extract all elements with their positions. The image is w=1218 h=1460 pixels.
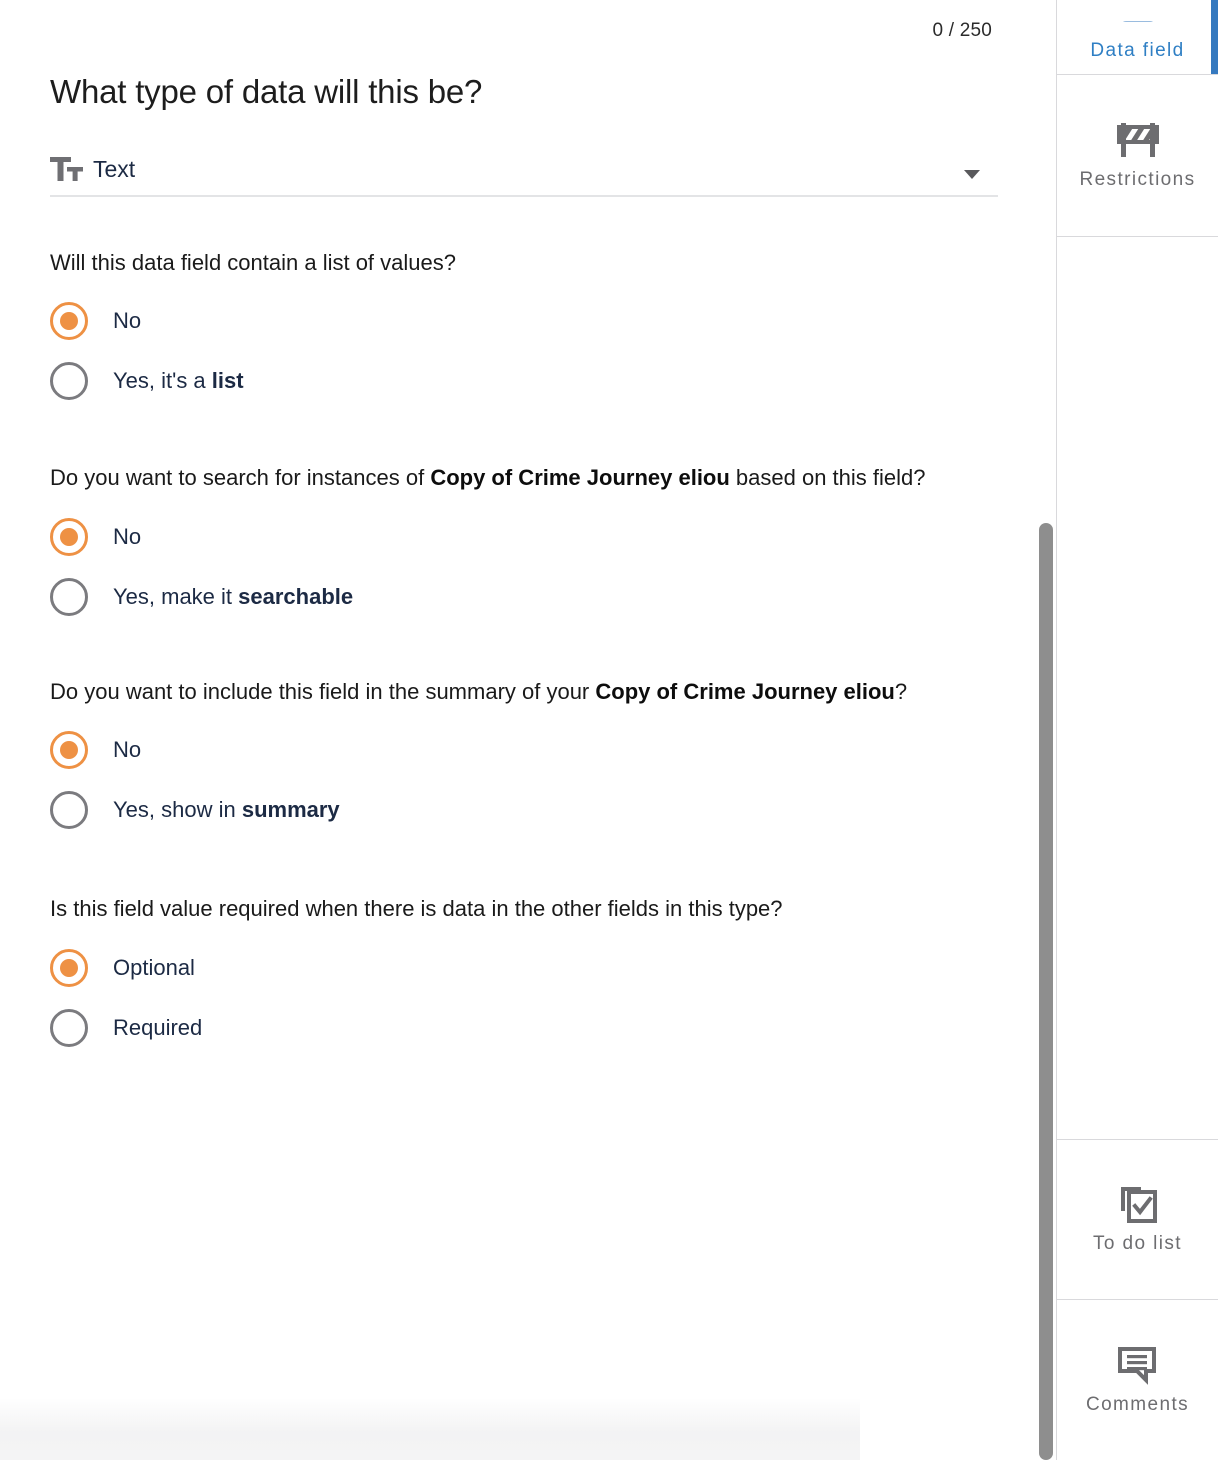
sidebar-spacer (1057, 237, 1218, 1140)
barricade-icon (1115, 120, 1161, 160)
radio-option-summary-1[interactable]: Yes, show in summary (50, 791, 340, 830)
radio-label-list-of-values-1: Yes, it's a list (113, 368, 244, 394)
checklist-copy-icon (1116, 1184, 1160, 1224)
data-type-select[interactable]: Text (50, 156, 998, 197)
sidebar-label-comments: Comments (1085, 1393, 1190, 1415)
radio-unselected-icon[interactable] (50, 577, 88, 616)
question-block-list-of-values: Will this data field contain a list of v… (50, 245, 996, 401)
character-counter: 0 / 250 (932, 20, 992, 41)
comment-bubble-icon (1116, 1345, 1160, 1385)
question-text-list-of-values: Will this data field contain a list of v… (50, 249, 456, 275)
radio-selected-icon[interactable] (50, 731, 88, 770)
radio-label-searchable-0: No (113, 523, 142, 549)
data-field-icon (1116, 21, 1160, 37)
radio-option-searchable-0[interactable]: No (50, 517, 142, 556)
question-block-summary: Do you want to include this field in the… (50, 674, 996, 830)
form-content: What type of data will this be? Text Wil… (0, 0, 1056, 1048)
right-sidebar: Data field Restrictions To do list Comme… (1056, 0, 1218, 1460)
radio-option-required-1[interactable]: Required (50, 1009, 203, 1048)
radio-unselected-icon[interactable] (50, 791, 88, 830)
data-field-editor-screen: 0 / 250 What type of data will this be? (0, 0, 1218, 1460)
sidebar-label-restrictions: Restrictions (1079, 169, 1196, 191)
radio-selected-icon[interactable] (50, 517, 88, 556)
radio-label-searchable-1: Yes, make it searchable (113, 583, 354, 609)
radio-label-summary-0: No (113, 737, 142, 763)
radio-unselected-icon[interactable] (50, 362, 88, 401)
radio-option-list-of-values-1[interactable]: Yes, it's a list (50, 362, 244, 401)
bottom-fade-overlay (0, 1398, 860, 1460)
radio-label-required-0: Optional (113, 954, 195, 980)
radio-option-list-of-values-0[interactable]: No (50, 302, 142, 341)
sidebar-item-comments[interactable]: Comments (1057, 1300, 1218, 1460)
question-text-searchable: Do you want to search for instances of C… (50, 465, 926, 491)
radio-unselected-icon[interactable] (50, 1009, 88, 1048)
questions-list: Will this data field contain a list of v… (50, 245, 996, 1048)
radio-selected-icon[interactable] (50, 949, 88, 988)
data-type-value: Text (93, 155, 136, 182)
sidebar-item-data-field[interactable]: Data field (1057, 0, 1218, 75)
radio-label-required-1: Required (113, 1014, 203, 1040)
question-text-required: Is this field value required when there … (50, 896, 783, 922)
sidebar-label-to-do-list: To do list (1093, 1233, 1182, 1255)
sidebar-item-restrictions[interactable]: Restrictions (1057, 75, 1218, 237)
question-block-searchable: Do you want to search for instances of C… (50, 460, 996, 616)
chevron-down-icon[interactable] (964, 169, 980, 179)
page-title: What type of data will this be? (50, 73, 483, 110)
main-scrollbar-thumb[interactable] (1039, 523, 1053, 1460)
sidebar-label-data-field: Data field (1090, 40, 1185, 62)
main-panel: 0 / 250 What type of data will this be? (0, 0, 1056, 1460)
radio-option-summary-0[interactable]: No (50, 731, 142, 770)
radio-option-required-0[interactable]: Optional (50, 949, 195, 988)
radio-label-summary-1: Yes, show in summary (113, 797, 340, 823)
radio-label-list-of-values-0: No (113, 308, 142, 334)
main-scrollbar-track[interactable] (1039, 0, 1053, 1460)
sidebar-item-to-do-list[interactable]: To do list (1057, 1140, 1218, 1300)
text-format-icon (50, 156, 84, 182)
question-text-summary: Do you want to include this field in the… (50, 678, 908, 704)
radio-selected-icon[interactable] (50, 302, 88, 341)
radio-option-searchable-1[interactable]: Yes, make it searchable (50, 577, 354, 616)
question-block-required: Is this field value required when there … (50, 891, 996, 1048)
